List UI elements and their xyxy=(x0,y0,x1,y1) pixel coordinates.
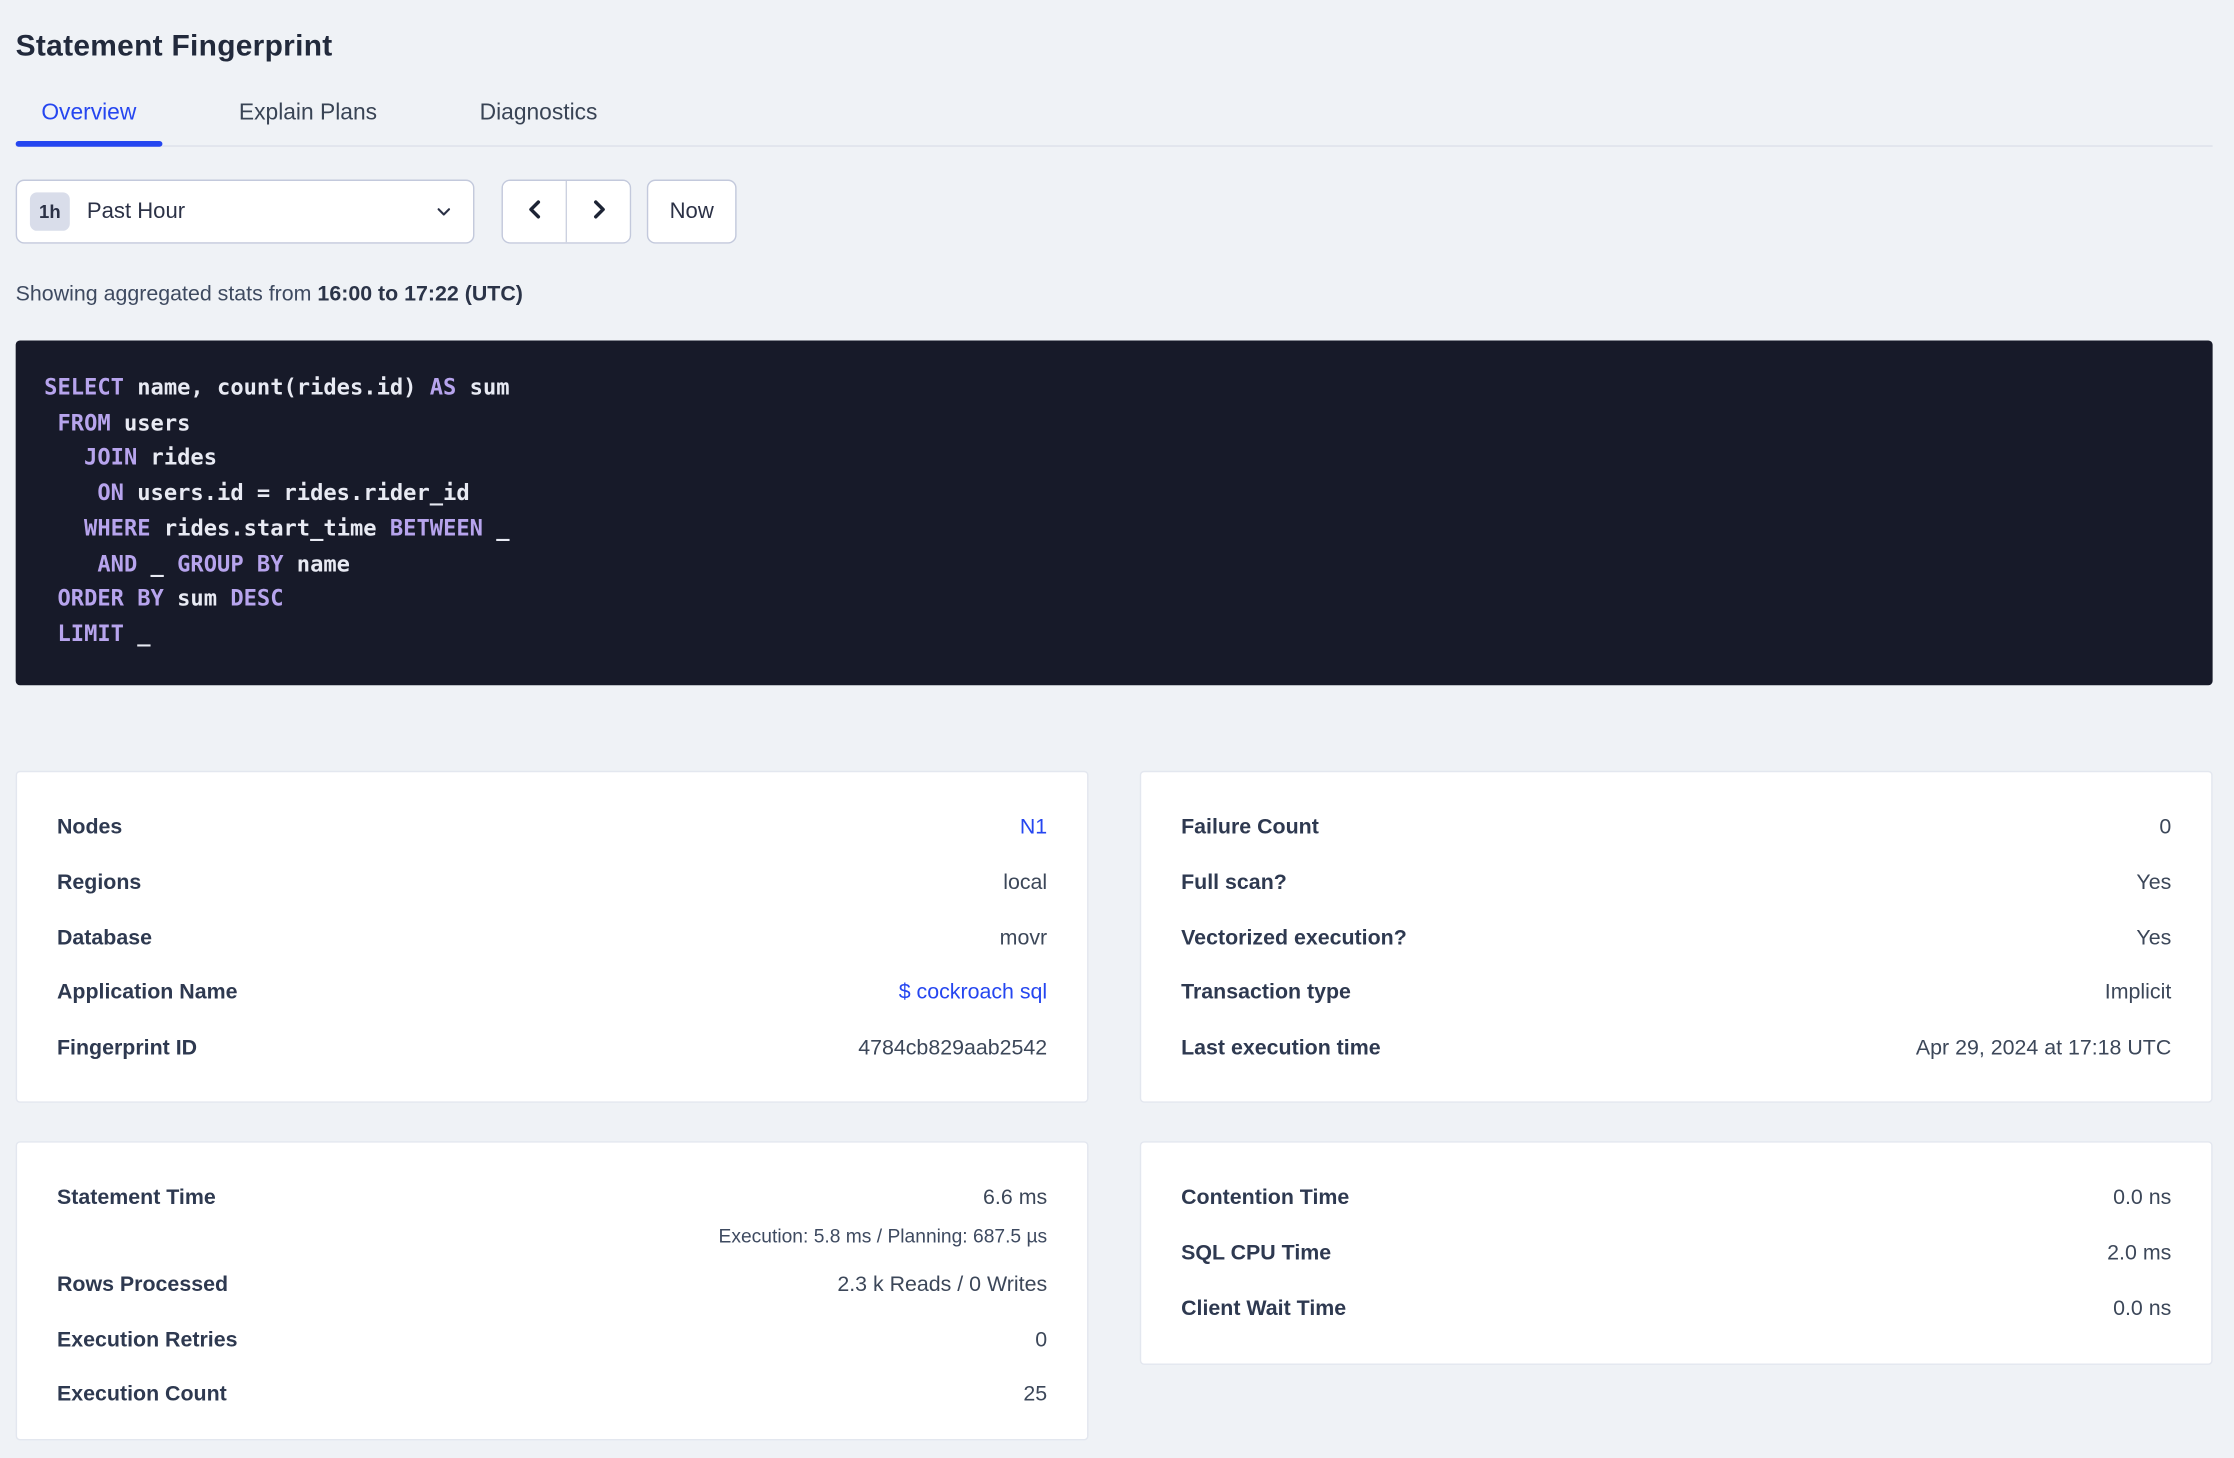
row-value: Apr 29, 2024 at 17:18 UTC xyxy=(1915,1035,2172,1060)
application-name-row: Application Name $ cockroach sql xyxy=(57,965,1047,1020)
statement-time-breakdown-row: Execution: 5.8 ms / Planning: 687.5 µs xyxy=(57,1225,1048,1257)
row-label: SQL CPU Time xyxy=(1181,1240,1332,1266)
row-value: 0.0 ns xyxy=(2113,1295,2172,1321)
row-value: 4784cb829aab2542 xyxy=(858,1035,1048,1060)
execution-retries-row: Execution Retries 0 xyxy=(57,1312,1047,1367)
execution-count-row: Execution Count 25 xyxy=(57,1367,1047,1422)
row-value: 2.0 ms xyxy=(2107,1240,2172,1266)
statement-time-breakdown: Execution: 5.8 ms / Planning: 687.5 µs xyxy=(718,1225,1048,1247)
vectorized-execution-row: Vectorized execution? Yes xyxy=(1181,910,2171,965)
row-value: 0.0 ns xyxy=(2113,1185,2172,1211)
rows-processed-row: Rows Processed 2.3 k Reads / 0 Writes xyxy=(57,1257,1047,1312)
row-label: Nodes xyxy=(56,815,123,840)
execution-attributes-card: Failure Count 0 Full scan? Yes Vectorize… xyxy=(1139,770,2213,1103)
aggregation-note-prefix: Showing aggregated stats from xyxy=(15,282,318,307)
row-value: Yes xyxy=(2136,925,2172,950)
row-value: local xyxy=(1003,870,1048,895)
info-cards-row: Nodes N1 Regions local Database movr App… xyxy=(15,770,2213,1103)
statement-time-row: Statement Time 6.6 ms xyxy=(57,1171,1047,1226)
row-value: 6.6 ms xyxy=(983,1185,1048,1211)
row-value: 2.3 k Reads / 0 Writes xyxy=(837,1272,1048,1297)
nodes-link[interactable]: N1 xyxy=(1020,816,1047,840)
row-label: Execution Count xyxy=(56,1382,227,1407)
tab-overview[interactable]: Overview xyxy=(15,102,162,147)
sql-code: SELECT name, count(rides.id) AS sum FROM… xyxy=(44,374,510,647)
chevron-down-icon xyxy=(435,202,454,221)
stats-cards-row: Statement Time 6.6 ms Execution: 5.8 ms … xyxy=(15,1140,2213,1441)
time-interval-select[interactable]: 1h Past Hour xyxy=(15,179,475,244)
next-time-window-button[interactable] xyxy=(567,180,630,243)
time-toolbar: 1h Past Hour Now xyxy=(15,179,2213,244)
failure-count-row: Failure Count 0 xyxy=(1181,800,2171,855)
sql-statement-box: SELECT name, count(rides.id) AS sum FROM… xyxy=(15,340,2213,685)
row-label: Rows Processed xyxy=(56,1272,229,1297)
row-label: Full scan? xyxy=(1181,870,1287,895)
row-value: 0 xyxy=(1035,1327,1048,1352)
overview-card: Nodes N1 Regions local Database movr App… xyxy=(15,770,1089,1103)
sql-cpu-time-row: SQL CPU Time 2.0 ms xyxy=(1181,1226,2171,1281)
chevron-left-icon xyxy=(524,198,545,225)
full-scan-row: Full scan? Yes xyxy=(1181,855,2171,910)
page-title: Statement Fingerprint xyxy=(15,29,333,63)
client-wait-time-row: Client Wait Time 0.0 ns xyxy=(1181,1281,2171,1336)
timing-card: Statement Time 6.6 ms Execution: 5.8 ms … xyxy=(15,1140,1089,1441)
row-label: Regions xyxy=(56,870,142,895)
row-label: Contention Time xyxy=(1181,1185,1350,1211)
row-label: Fingerprint ID xyxy=(56,1035,198,1060)
time-window-arrows xyxy=(501,179,632,244)
row-value: Implicit xyxy=(2104,980,2172,1005)
row-label: Failure Count xyxy=(1181,815,1319,840)
aggregation-note: Showing aggregated stats from 16:00 to 1… xyxy=(16,282,2213,306)
row-label: Statement Time xyxy=(56,1185,216,1211)
row-value: Yes xyxy=(2136,870,2172,895)
tab-diagnostics[interactable]: Diagnostics xyxy=(454,102,623,146)
regions-row: Regions local xyxy=(57,855,1047,910)
row-label: Execution Retries xyxy=(56,1327,238,1352)
row-value: movr xyxy=(999,925,1048,950)
interval-label: Past Hour xyxy=(86,198,186,223)
row-label: Client Wait Time xyxy=(1181,1295,1347,1321)
application-name-link[interactable]: $ cockroach sql xyxy=(899,981,1047,1005)
row-value: 0 xyxy=(2159,815,2172,840)
row-label: Database xyxy=(56,925,153,950)
wait-time-card: Contention Time 0.0 ns SQL CPU Time 2.0 … xyxy=(1139,1140,2213,1366)
nodes-row: Nodes N1 xyxy=(57,800,1047,855)
last-execution-time-row: Last execution time Apr 29, 2024 at 17:1… xyxy=(1181,1020,2171,1075)
prev-time-window-button[interactable] xyxy=(502,180,566,243)
row-label: Application Name xyxy=(56,980,238,1005)
aggregation-note-range: 16:00 to 17:22 (UTC) xyxy=(317,282,523,307)
statement-fingerprint-page: Statement Fingerprint Overview Explain P… xyxy=(0,0,2234,1458)
row-value: 25 xyxy=(1023,1382,1048,1407)
tab-bar: Overview Explain Plans Diagnostics xyxy=(15,102,2213,147)
fingerprint-id-row: Fingerprint ID 4784cb829aab2542 xyxy=(57,1020,1047,1075)
tab-explain-plans[interactable]: Explain Plans xyxy=(213,102,402,146)
now-button[interactable]: Now xyxy=(646,179,737,244)
row-label: Transaction type xyxy=(1181,980,1351,1005)
transaction-type-row: Transaction type Implicit xyxy=(1181,965,2171,1020)
row-label: Vectorized execution? xyxy=(1181,925,1407,950)
contention-time-row: Contention Time 0.0 ns xyxy=(1181,1171,2171,1226)
database-row: Database movr xyxy=(57,910,1047,965)
interval-badge: 1h xyxy=(29,192,70,231)
row-label: Last execution time xyxy=(1181,1035,1381,1060)
chevron-right-icon xyxy=(588,198,609,225)
